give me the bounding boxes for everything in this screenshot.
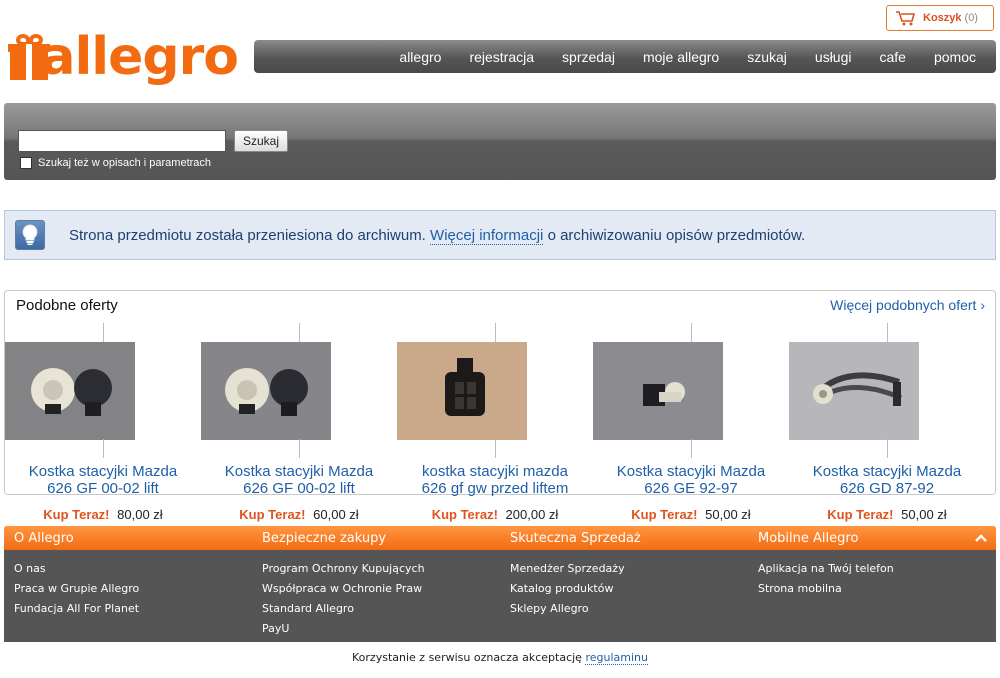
offer-price-row: Kup Teraz! 80,00 zł	[5, 507, 201, 522]
footer-link-strona-mobilna[interactable]: Strona mobilna	[758, 579, 996, 599]
offer-price: 80,00 zł	[117, 507, 163, 522]
offer-thumbnail[interactable]	[397, 323, 593, 458]
cart-icon	[896, 11, 916, 26]
nav-sprzedaj[interactable]: sprzedaj	[562, 49, 615, 65]
footer-col-mobilne-allegro: Aplikacja na Twój telefon Strona mobilna	[748, 559, 996, 639]
offer-card: Kostka stacyjki Mazda 626 GE 92-97 Kup T…	[593, 323, 789, 522]
cart-label: Koszyk	[923, 12, 962, 24]
lightbulb-icon	[15, 220, 45, 250]
logo-text: allegro	[40, 27, 239, 87]
footer-heading-skuteczna-sprzedaz: Skuteczna Sprzedaż	[510, 530, 641, 546]
similar-offers: Podobne oferty Więcej podobnych ofert › …	[4, 290, 996, 522]
search-bar: Szukaj Szukaj też w opisach i parametrac…	[4, 103, 996, 180]
footer-col-o-allegro: O nas Praca w Grupie Allegro Fundacja Al…	[4, 559, 252, 639]
footer-heading-o-allegro: O Allegro	[14, 530, 74, 546]
archive-info-text-before: Strona przedmiotu została przeniesiona d…	[69, 226, 426, 244]
offer-price-row: Kup Teraz! 60,00 zł	[201, 507, 397, 522]
offer-card: Kostka stacyjki Mazda 626 GD 87-92 Kup T…	[789, 323, 985, 522]
search-input[interactable]	[18, 130, 226, 152]
nav-cafe[interactable]: cafe	[880, 49, 906, 65]
footer-link-praca[interactable]: Praca w Grupie Allegro	[14, 579, 252, 599]
footer-columns: O nas Praca w Grupie Allegro Fundacja Al…	[4, 550, 996, 639]
offer-thumbnail[interactable]	[789, 323, 985, 458]
offer-title[interactable]: Kostka stacyjki Mazda 626 GE 92-97	[606, 463, 776, 497]
footer-link-wspolpraca[interactable]: Współpraca w Ochronie Praw	[262, 579, 500, 599]
offer-title[interactable]: Kostka stacyjki Mazda 626 GF 00-02 lift	[214, 463, 384, 497]
more-similar-offers-link[interactable]: Więcej podobnych ofert ›	[830, 297, 985, 313]
more-info-link[interactable]: Więcej informacji	[430, 226, 544, 245]
nav-uslugi[interactable]: usługi	[815, 49, 852, 65]
archive-info-text: Strona przedmiotu została przeniesiona d…	[69, 226, 806, 245]
allegro-logo[interactable]: allegro	[8, 26, 239, 88]
nav-moje-allegro[interactable]: moje allegro	[643, 49, 719, 65]
buy-now-label: Kup Teraz!	[431, 507, 498, 522]
cart-button[interactable]: Koszyk (0)	[886, 5, 994, 31]
footer-link-fundacja[interactable]: Fundacja All For Planet	[14, 599, 252, 619]
footer-col-skuteczna-sprzedaz: Menedżer Sprzedaży Katalog produktów Skl…	[500, 559, 748, 639]
similar-offers-title: Podobne oferty	[16, 297, 118, 314]
footer-link-program-ochrony[interactable]: Program Ochrony Kupujących	[262, 559, 500, 579]
search-descriptions-option[interactable]: Szukaj też w opisach i parametrach	[20, 157, 211, 169]
offer-price: 50,00 zł	[705, 507, 751, 522]
archive-info-banner: Strona przedmiotu została przeniesiona d…	[4, 210, 996, 260]
footer: O Allegro Bezpieczne zakupy Skuteczna Sp…	[4, 526, 996, 642]
offer-thumbnail[interactable]	[5, 323, 201, 458]
offer-thumbnail[interactable]	[593, 323, 789, 458]
footer-header: O Allegro Bezpieczne zakupy Skuteczna Sp…	[4, 526, 996, 550]
terms-notice: Korzystanie z serwisu oznacza akceptację…	[0, 651, 1000, 665]
footer-heading-bezpieczne-zakupy: Bezpieczne zakupy	[262, 530, 387, 546]
offer-price: 60,00 zł	[313, 507, 359, 522]
offer-card: Kostka stacyjki Mazda 626 GF 00-02 lift …	[5, 323, 201, 522]
offers-list: Kostka stacyjki Mazda 626 GF 00-02 lift …	[5, 323, 995, 522]
page: allegro Koszyk (0) allegro rejestracja s…	[0, 0, 1000, 678]
offer-price-row: Kup Teraz! 200,00 zł	[397, 507, 593, 522]
offer-card: Kostka stacyjki Mazda 626 GF 00-02 lift …	[201, 323, 397, 522]
terms-text: Korzystanie z serwisu oznacza akceptację	[352, 651, 582, 664]
nav-rejestracja[interactable]: rejestracja	[469, 49, 534, 65]
main-nav: allegro rejestracja sprzedaj moje allegr…	[254, 40, 996, 73]
footer-link-payu[interactable]: PayU	[262, 619, 500, 639]
nav-szukaj[interactable]: szukaj	[747, 49, 787, 65]
footer-col-bezpieczne-zakupy: Program Ochrony Kupujących Współpraca w …	[252, 559, 500, 639]
footer-heading-mobilne-allegro: Mobilne Allegro	[758, 530, 859, 546]
footer-link-aplikacja[interactable]: Aplikacja na Twój telefon	[758, 559, 996, 579]
buy-now-label: Kup Teraz!	[827, 507, 894, 522]
offer-price-row: Kup Teraz! 50,00 zł	[593, 507, 789, 522]
footer-link-o-nas[interactable]: O nas	[14, 559, 252, 579]
search-descriptions-checkbox[interactable]	[20, 157, 32, 169]
search-button[interactable]: Szukaj	[234, 130, 288, 152]
nav-allegro[interactable]: allegro	[399, 49, 441, 65]
footer-link-menedzer[interactable]: Menedżer Sprzedaży	[510, 559, 748, 579]
cart-count: (0)	[964, 12, 978, 24]
buy-now-label: Kup Teraz!	[43, 507, 110, 522]
chevron-up-icon[interactable]	[974, 531, 988, 545]
footer-link-sklepy[interactable]: Sklepy Allegro	[510, 599, 748, 619]
nav-pomoc[interactable]: pomoc	[934, 49, 976, 65]
terms-link[interactable]: regulaminu	[585, 651, 648, 665]
offer-price: 50,00 zł	[901, 507, 947, 522]
offer-thumbnail[interactable]	[201, 323, 397, 458]
footer-link-katalog[interactable]: Katalog produktów	[510, 579, 748, 599]
footer-link-standard-allegro[interactable]: Standard Allegro	[262, 599, 500, 619]
buy-now-label: Kup Teraz!	[239, 507, 306, 522]
offer-price-row: Kup Teraz! 50,00 zł	[789, 507, 985, 522]
offer-price: 200,00 zł	[505, 507, 559, 522]
offer-title[interactable]: kostka stacyjki mazda 626 gf gw przed li…	[410, 463, 580, 497]
gift-icon	[8, 34, 50, 80]
search-descriptions-label: Szukaj też w opisach i parametrach	[38, 157, 212, 169]
offer-title[interactable]: Kostka stacyjki Mazda 626 GF 00-02 lift	[18, 463, 188, 497]
archive-info-text-after: o archiwizowaniu opisów przedmiotów.	[547, 226, 806, 244]
buy-now-label: Kup Teraz!	[631, 507, 698, 522]
offer-title[interactable]: Kostka stacyjki Mazda 626 GD 87-92	[802, 463, 972, 497]
offer-card: kostka stacyjki mazda 626 gf gw przed li…	[397, 323, 593, 522]
